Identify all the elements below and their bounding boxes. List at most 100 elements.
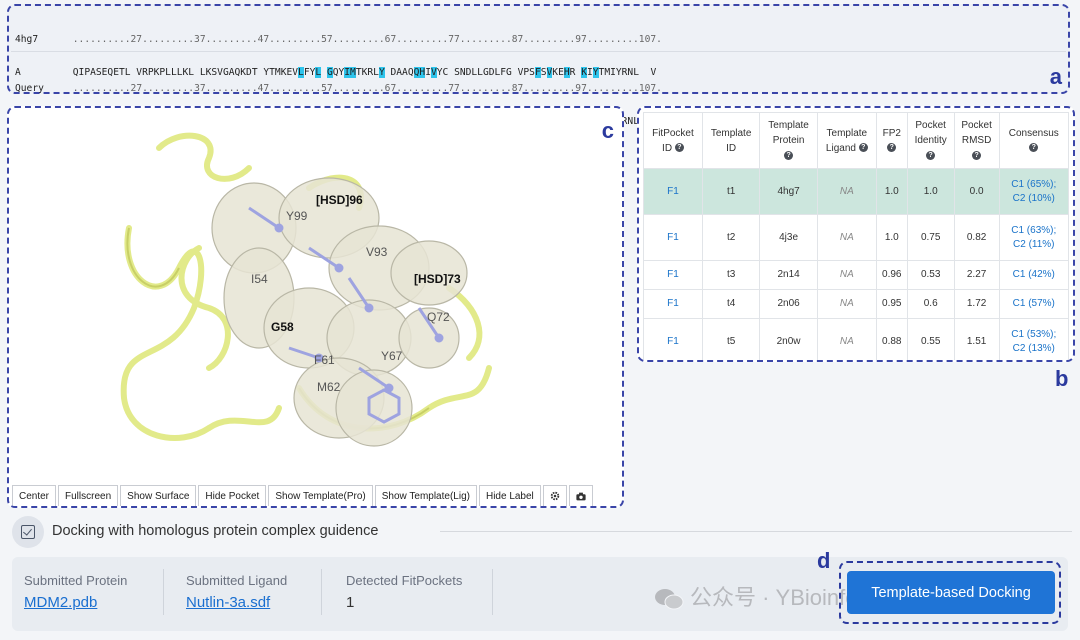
- help-icon[interactable]: ?: [1029, 143, 1039, 153]
- column-header: Consensus?: [998, 112, 1070, 169]
- table-row[interactable]: F1 t4 2n06 NA 0.95 0.6 1.72 C1 (57%): [643, 289, 1070, 319]
- help-icon[interactable]: ?: [784, 150, 794, 160]
- column-header: Template Ligand ?: [816, 112, 877, 169]
- column-header: Template ID: [701, 112, 761, 169]
- template-ligand: NA: [816, 318, 877, 360]
- fitpocket-id-link[interactable]: F1: [643, 289, 703, 319]
- wechat-icon: [655, 589, 684, 610]
- help-icon[interactable]: ?: [858, 143, 868, 153]
- table-row[interactable]: F1 t2 4j3e NA 1.0 0.75 0.82 C1 (63%); C2 (11%): [643, 214, 1070, 261]
- hide-label-button[interactable]: Hide Label: [478, 485, 541, 506]
- docking-button-frame: Template-based Docking: [839, 561, 1061, 624]
- column-header-text: Pocket: [961, 120, 992, 131]
- residue-label: V93: [366, 245, 388, 259]
- column-header-text: ID ?: [646, 141, 700, 156]
- fp2-value: 1.0: [875, 214, 908, 261]
- consensus-link[interactable]: C1 (57%): [1002, 297, 1066, 311]
- consensus-cell: C1 (65%); C2 (10%): [998, 168, 1070, 215]
- info-separator: [163, 569, 164, 615]
- template-protein: 4hg7: [759, 168, 818, 215]
- consensus-link[interactable]: C1 (63%);: [1002, 224, 1066, 238]
- show-template-pro-button[interactable]: Show Template(Pro): [268, 485, 373, 506]
- template-ligand: NA: [816, 168, 877, 215]
- residue-label: G58: [271, 320, 294, 334]
- fp2-value: 0.88: [875, 318, 908, 360]
- structure-viewer[interactable]: [HSD]96 Y99 V93 [HSD]73 I54 G58 Q72 Y67 …: [7, 106, 624, 508]
- viewer-toolbar: Center Fullscreen Show Surface Hide Pock…: [12, 485, 595, 506]
- column-header-text: Pocket: [915, 120, 946, 131]
- column-header-text: Consensus: [1008, 127, 1059, 139]
- info-separator: [321, 569, 322, 615]
- fullscreen-button[interactable]: Fullscreen: [58, 485, 119, 506]
- camera-icon: [576, 492, 586, 500]
- submitted-ligand-link[interactable]: Nutlin-3a.sdf: [186, 594, 287, 611]
- template-id: t5: [701, 318, 761, 360]
- pocket-identity: 1.0: [906, 168, 955, 215]
- consensus-link[interactable]: C1 (42%): [1002, 268, 1066, 282]
- template-table: FitPocket ID ? Template ID Template Protein? T…: [643, 112, 1070, 360]
- alignment-name: Query: [15, 83, 44, 94]
- template-ligand: NA: [816, 214, 877, 261]
- consensus-link[interactable]: C2 (10%): [1002, 192, 1066, 206]
- submitted-ligand-label: Submitted Ligand: [186, 573, 288, 588]
- settings-button[interactable]: [542, 485, 567, 506]
- hide-pocket-button[interactable]: Hide Pocket: [198, 485, 267, 506]
- submitted-protein-link[interactable]: MDM2.pdb: [24, 594, 127, 611]
- template-id: t3: [701, 260, 761, 290]
- show-surface-button[interactable]: Show Surface: [120, 485, 197, 506]
- fitpocket-id-link[interactable]: F1: [643, 260, 703, 290]
- table-row[interactable]: F1 t1 4hg7 NA 1.0 1.0 0.0 C1 (65%); C2 (10%): [643, 168, 1070, 215]
- panel-label-c: c: [601, 118, 614, 143]
- help-icon[interactable]: ?: [887, 143, 897, 153]
- column-header-text: RMSD: [961, 135, 992, 146]
- consensus-link[interactable]: C2 (13%): [1002, 342, 1066, 356]
- detected-fitpockets: Detected FitPockets 1: [346, 573, 462, 611]
- center-button[interactable]: Center: [12, 485, 57, 506]
- template-protein: 2n0w: [759, 318, 818, 360]
- fitpocket-id-link[interactable]: F1: [643, 168, 703, 215]
- screenshot-button[interactable]: [568, 485, 593, 506]
- residue-label: M62: [317, 380, 341, 394]
- help-icon[interactable]: ?: [926, 150, 936, 160]
- template-id: t4: [701, 289, 761, 319]
- pocket-identity: 0.6: [906, 289, 955, 319]
- column-header: Pocket Identity?: [906, 112, 955, 169]
- template-protein: 4j3e: [759, 214, 818, 261]
- alignment-divider: [11, 51, 1066, 52]
- pocket-identity: 0.75: [906, 214, 955, 261]
- consensus-cell: C1 (57%): [998, 289, 1070, 319]
- table-row[interactable]: F1 t5 2n0w NA 0.88 0.55 1.51 C1 (53%); C2 (13%): [643, 318, 1070, 360]
- column-header-text: FitPocket: [652, 127, 694, 139]
- template-protein: 2n14: [759, 260, 818, 290]
- pocket-rmsd: 1.51: [953, 318, 1000, 360]
- help-icon[interactable]: ?: [972, 150, 982, 160]
- residue-label: [HSD]73: [414, 272, 461, 286]
- panel-label-a: a: [1049, 64, 1062, 89]
- consensus-link[interactable]: C1 (53%);: [1002, 328, 1066, 342]
- fp2-value: 1.0: [875, 168, 908, 215]
- fitpocket-id-link[interactable]: F1: [643, 318, 703, 360]
- residue-label: [HSD]96: [316, 193, 363, 207]
- pocket-rmsd: 0.0: [953, 168, 1000, 215]
- consensus-cell: C1 (63%); C2 (11%): [998, 214, 1070, 261]
- table-row[interactable]: F1 t3 2n14 NA 0.96 0.53 2.27 C1 (42%): [643, 260, 1070, 290]
- fitpocket-id-link[interactable]: F1: [643, 214, 703, 261]
- template-based-docking-button[interactable]: Template-based Docking: [847, 571, 1055, 614]
- column-header: Pocket RMSD?: [953, 112, 1000, 169]
- pocket-rmsd: 2.27: [953, 260, 1000, 290]
- help-icon[interactable]: ?: [674, 143, 684, 153]
- show-template-lig-button[interactable]: Show Template(Lig): [374, 485, 477, 506]
- detected-fitpockets-label: Detected FitPockets: [346, 573, 463, 588]
- info-separator: [492, 569, 493, 615]
- detected-fitpockets-value: 1: [346, 594, 355, 611]
- template-id: t2: [701, 214, 761, 261]
- column-header-text: Template: [826, 127, 868, 139]
- fp2-value: 0.96: [875, 260, 908, 290]
- residue-label: Y99: [286, 209, 308, 223]
- consensus-link[interactable]: C1 (65%);: [1002, 178, 1066, 192]
- consensus-link[interactable]: C2 (11%): [1002, 238, 1066, 252]
- panel-label-d: d: [817, 548, 831, 573]
- column-header-text: ID: [726, 142, 737, 154]
- residue-label: F61: [314, 353, 335, 367]
- molecule-canvas[interactable]: [HSD]96 Y99 V93 [HSD]73 I54 G58 Q72 Y67 …: [9, 108, 624, 483]
